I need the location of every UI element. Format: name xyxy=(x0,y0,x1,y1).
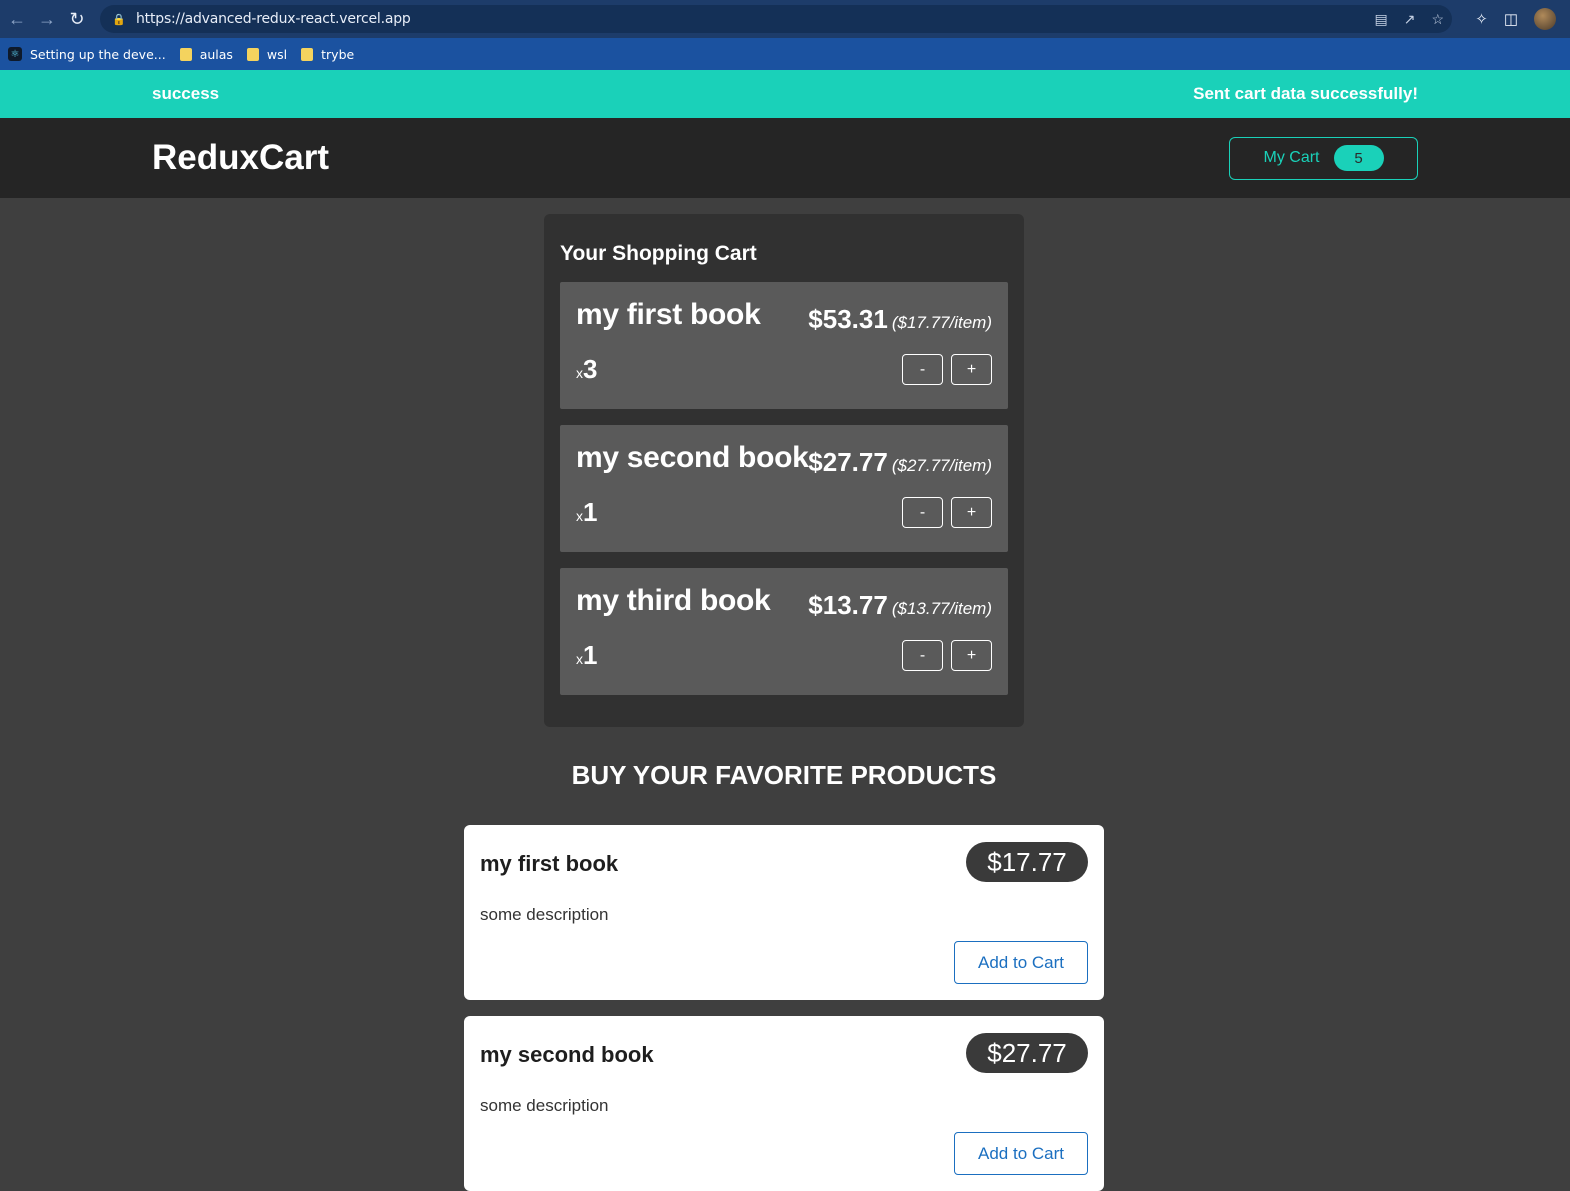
cart-item-per-item: ($13.77/item) xyxy=(891,599,992,618)
quantity-value: 3 xyxy=(583,354,598,384)
quantity-x: x xyxy=(576,651,583,667)
app-logo: ReduxCart xyxy=(152,138,329,177)
share-icon[interactable]: ↗ xyxy=(1404,11,1416,28)
cart-item-total: $53.31 xyxy=(808,304,888,334)
cart-item-title: my second book xyxy=(576,441,809,474)
back-icon[interactable]: ← xyxy=(2,4,32,34)
folder-icon xyxy=(246,47,259,61)
cart-item-price: $27.77 ($27.77/item) xyxy=(808,447,992,478)
cart-item: my second book $27.77 ($27.77/item) x1 - … xyxy=(560,425,1008,552)
product-title: my second book xyxy=(480,1042,654,1067)
cart-button-label: My Cart xyxy=(1263,149,1320,166)
cart-count-badge: 5 xyxy=(1333,145,1384,171)
bookmark-wsl[interactable]: wsl xyxy=(246,46,288,62)
folder-icon xyxy=(179,47,192,61)
cart-item-per-item: ($17.77/item) xyxy=(891,313,992,332)
react-favicon-icon: ⚛ xyxy=(8,47,22,61)
cart-item-quantity: x1 xyxy=(576,640,597,671)
notification-status: success xyxy=(152,84,220,103)
cart-item-per-item: ($27.77/item) xyxy=(891,456,992,475)
cart-item-price: $53.31 ($17.77/item) xyxy=(808,304,992,335)
bookmark-label: wsl xyxy=(266,46,288,62)
increase-button[interactable]: + xyxy=(951,354,992,385)
product-description: some description xyxy=(480,1096,609,1115)
translate-icon[interactable]: ▤ xyxy=(1374,11,1387,28)
cart-item-quantity: x3 xyxy=(576,354,597,385)
quantity-x: x xyxy=(576,365,583,381)
my-cart-button[interactable]: My Cart 5 xyxy=(1229,136,1418,180)
bookmark-label: aulas xyxy=(199,46,233,62)
bookmark-setting-up[interactable]: ⚛ Setting up the deve... xyxy=(8,47,166,62)
url-text[interactable]: https://advanced-redux-react.vercel.app xyxy=(136,11,411,27)
increase-button[interactable]: + xyxy=(951,640,992,671)
bookmark-label: Setting up the deve... xyxy=(30,46,166,62)
cart-item: my first book $53.31 ($17.77/item) x3 - + xyxy=(560,282,1008,409)
bookmark-label: trybe xyxy=(321,46,355,62)
increase-button[interactable]: + xyxy=(951,497,992,528)
star-icon[interactable]: ☆ xyxy=(1431,11,1444,28)
lock-icon: 🔒 xyxy=(112,13,126,26)
main-header: ReduxCart My Cart 5 xyxy=(0,118,1570,198)
quantity-x: x xyxy=(576,508,583,524)
extensions-icon[interactable]: ✧ xyxy=(1475,10,1488,28)
bookmark-aulas[interactable]: aulas xyxy=(179,46,233,62)
cart-title: Your Shopping Cart xyxy=(560,242,757,265)
decrease-button[interactable]: - xyxy=(902,640,943,671)
product-price: $27.77 xyxy=(966,1033,1088,1073)
notification-bar: success Sent cart data successfully! xyxy=(0,70,1570,118)
address-bar[interactable]: 🔒 https://advanced-redux-react.vercel.ap… xyxy=(100,5,1452,33)
product-title: my first book xyxy=(480,851,619,876)
bookmarks-bar: ⚛ Setting up the deve... aulas wsl trybe xyxy=(0,38,1570,70)
cart-item-total: $13.77 xyxy=(808,590,888,620)
reload-icon[interactable]: ↻ xyxy=(62,4,92,34)
quantity-value: 1 xyxy=(583,497,598,527)
shopping-cart-panel: Your Shopping Cart my first book $53.31(… xyxy=(544,214,1024,727)
product-card: my second book $27.77 some description A… xyxy=(464,1016,1104,1191)
browser-toolbar: ← → ↻ 🔒 https://advanced-redux-react.ver… xyxy=(0,0,1570,38)
cart-item: my third book $13.77 ($13.77/item) x1 - + xyxy=(560,568,1008,695)
cart-item-title: my first book xyxy=(576,298,761,331)
profile-avatar[interactable] xyxy=(1534,8,1556,30)
product-card: my first book $17.77 some description Ad… xyxy=(464,825,1104,1000)
forward-icon[interactable]: → xyxy=(32,4,62,34)
cart-item-total: $27.77 xyxy=(808,447,888,477)
product-price: $17.77 xyxy=(966,842,1088,882)
bookmark-trybe[interactable]: trybe xyxy=(301,47,354,62)
decrease-button[interactable]: - xyxy=(902,354,943,385)
add-to-cart-button[interactable]: Add to Cart xyxy=(954,941,1088,984)
cart-item-title: my third book xyxy=(576,584,771,617)
product-description: some description xyxy=(480,905,609,924)
decrease-button[interactable]: - xyxy=(902,497,943,528)
side-panel-icon[interactable]: ◫ xyxy=(1504,10,1518,28)
quantity-value: 1 xyxy=(583,640,598,670)
add-to-cart-button[interactable]: Add to Cart xyxy=(954,1132,1088,1175)
cart-item-price: $13.77 ($13.77/item) xyxy=(808,590,992,621)
folder-icon xyxy=(301,47,314,61)
cart-item-quantity: x1 xyxy=(576,497,597,528)
notification-message: Sent cart data successfully! xyxy=(1193,84,1418,103)
products-heading: BUY YOUR FAVORITE PRODUCTS xyxy=(571,760,997,790)
